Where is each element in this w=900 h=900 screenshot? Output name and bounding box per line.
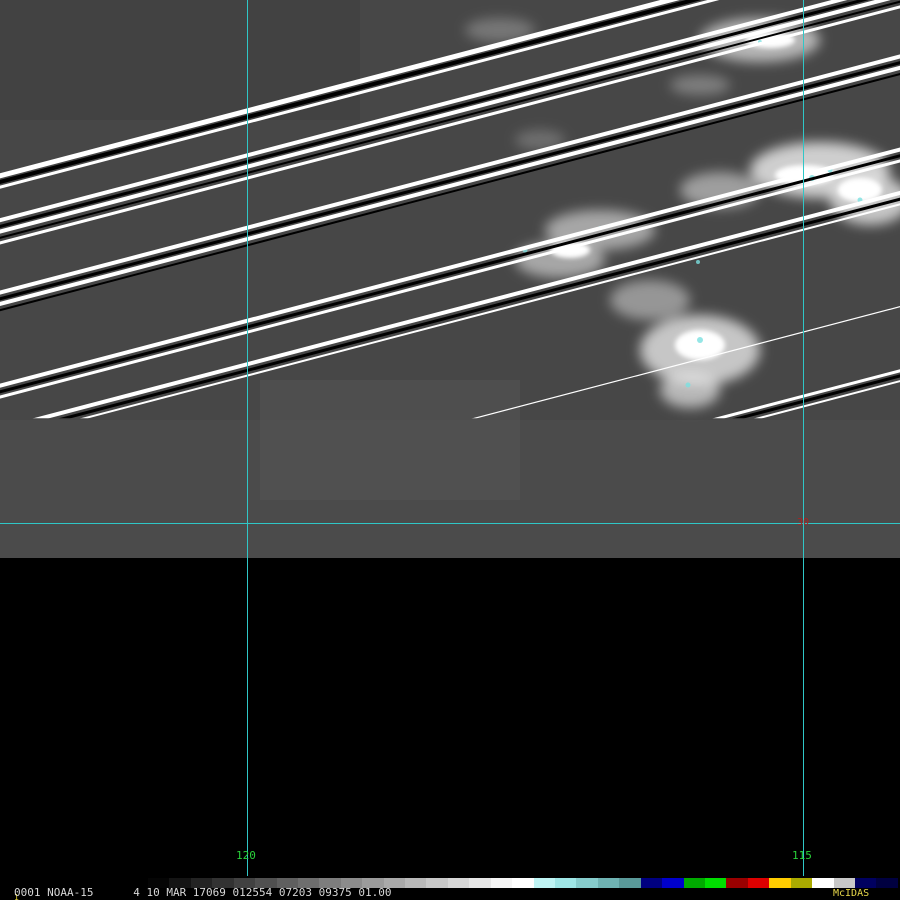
mcidas-brand-label: McIDAS: [833, 888, 870, 899]
color-scale-swatch: [276, 878, 298, 888]
color-scale-swatch: [790, 878, 813, 888]
color-scale-swatch: [812, 878, 834, 888]
color-scale-swatch: [576, 878, 598, 888]
color-scale-swatch: [619, 878, 641, 888]
satellite-imagery: [0, 0, 900, 900]
color-scale-swatch: [340, 878, 363, 888]
color-scale-swatch: [148, 878, 170, 888]
color-scale-swatch: [876, 878, 898, 888]
color-scale-swatch: [426, 878, 448, 888]
color-scale-swatch: [512, 878, 534, 888]
color-scale-swatch: [297, 878, 320, 888]
color-scale-swatch: [597, 878, 620, 888]
color-scale-swatch: [747, 878, 770, 888]
image-info-footer: 1 0001 NOAA-15 4 10 MAR 17069 012554 072…: [0, 876, 900, 900]
longitude-label-115: 115: [792, 849, 812, 862]
color-scale-swatch: [769, 878, 791, 888]
latitude-label-30: 30: [797, 517, 810, 528]
color-scale-bar: [148, 878, 898, 888]
no-data-region: [0, 558, 900, 900]
color-scale-swatch: [726, 878, 748, 888]
color-scale-swatch: [854, 878, 877, 888]
image-metadata-text: 0001 NOAA-15 4 10 MAR 17069 012554 07203…: [14, 886, 392, 899]
color-scale-swatch: [383, 878, 406, 888]
color-scale-swatch: [190, 878, 213, 888]
color-scale-swatch: [469, 878, 491, 888]
color-scale-swatch: [683, 878, 705, 888]
color-scale-swatch: [212, 878, 234, 888]
color-scale-swatch: [233, 878, 256, 888]
color-scale-swatch: [319, 878, 341, 888]
satellite-image-frame: 120 115 30 1 0001 NOAA-15 4 10 MAR 17069…: [0, 0, 900, 900]
color-scale-swatch: [662, 878, 684, 888]
color-scale-swatch: [169, 878, 191, 888]
color-scale-swatch: [490, 878, 513, 888]
color-scale-swatch: [405, 878, 427, 888]
longitude-label-120: 120: [236, 849, 256, 862]
color-scale-swatch: [362, 878, 384, 888]
color-scale-swatch: [704, 878, 727, 888]
color-scale-swatch: [447, 878, 470, 888]
color-scale-swatch: [833, 878, 855, 888]
color-scale-swatch: [640, 878, 663, 888]
color-scale-swatch: [255, 878, 277, 888]
color-scale-swatch: [533, 878, 556, 888]
color-scale-swatch: [555, 878, 577, 888]
